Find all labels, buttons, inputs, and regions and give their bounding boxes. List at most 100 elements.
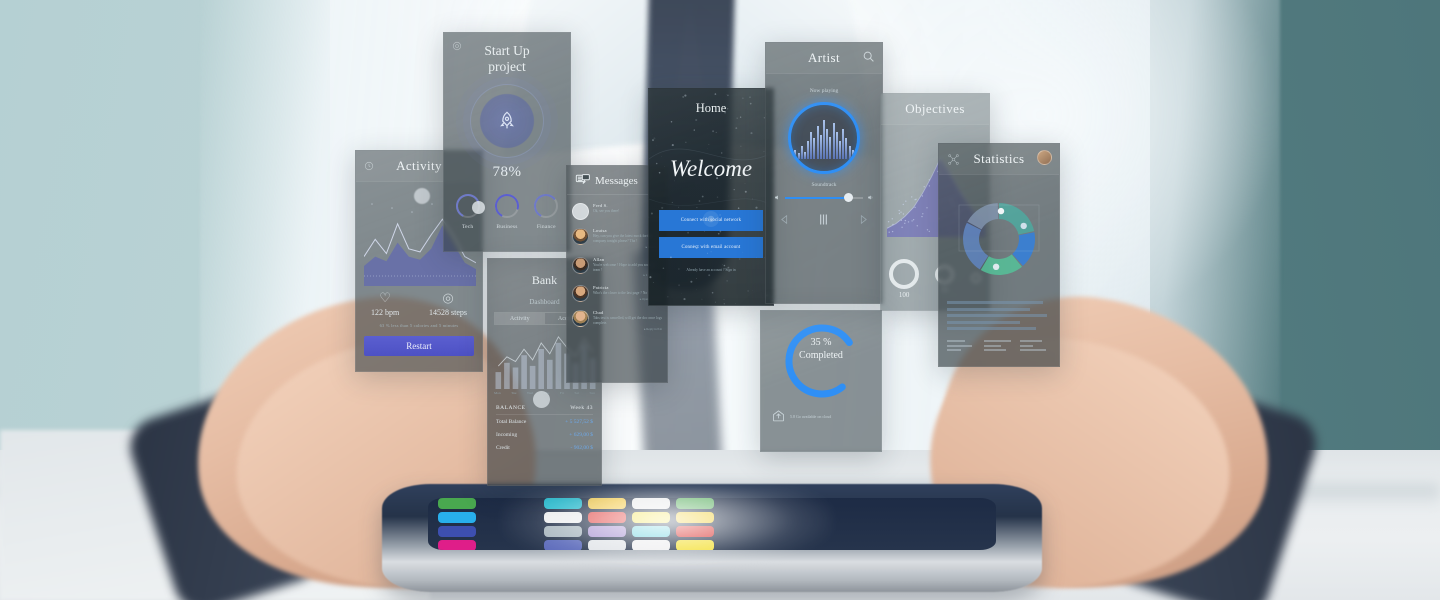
eq-bar	[833, 123, 835, 159]
phone-app-column[interactable]	[544, 498, 582, 550]
cloud-space-text: 5.8 Go available on cloud	[790, 414, 831, 419]
balance-row-value: - 902,00 $	[571, 445, 593, 451]
phone-app-column[interactable]	[632, 498, 670, 550]
avatar	[572, 203, 589, 220]
balance-row: Incoming + 629,00 $	[496, 428, 593, 441]
message-text: Tabs test is cancelled, will get the doc…	[593, 316, 662, 326]
previous-icon[interactable]	[778, 213, 791, 226]
connect-email-button[interactable]: Connect with email account	[659, 237, 763, 258]
phone-app-icon[interactable]	[676, 498, 714, 509]
axis-label: Tue	[511, 391, 516, 395]
message-meta: ▸ Reply in 8 m	[593, 327, 662, 331]
stat-heart-rate: ♡ 122 bpm	[371, 290, 399, 317]
completed-footer: 5.8 Go available on cloud	[761, 409, 881, 424]
startup-metric: Business	[492, 191, 522, 230]
phone-app-icon[interactable]	[676, 512, 714, 523]
phone-app-icon[interactable]	[632, 540, 670, 551]
track-name: Soundtrack	[766, 182, 882, 188]
phone-screen[interactable]	[428, 498, 996, 550]
phone-app-icon[interactable]	[588, 526, 626, 537]
chat-bubble-icon	[575, 174, 591, 188]
message-body: Chad Tabs test is cancelled, will get the…	[593, 310, 662, 331]
bank-balance-section: BALANCE Week 43 Total Balance + 5 527,52 …	[488, 405, 601, 454]
eq-bar	[807, 141, 809, 159]
axis-label: Sun	[590, 391, 595, 395]
connect-social-button[interactable]: Connect with social network	[659, 210, 763, 231]
settings-icon[interactable]	[452, 41, 462, 51]
balance-label: BALANCE	[496, 405, 525, 411]
home-signin-link[interactable]: Already have an account ? Sign in	[649, 268, 773, 272]
activity-icon: ◎	[429, 290, 467, 306]
avatar	[572, 257, 589, 274]
card-completed[interactable]: 35 % Completed 5.8 Go available on cloud	[760, 310, 882, 452]
eq-bar	[839, 141, 841, 159]
phone-app-icon[interactable]	[438, 540, 476, 551]
card-startup-project[interactable]: Start Up project 78% Tech Business Finance	[443, 32, 571, 252]
phone-app-column[interactable]	[438, 498, 476, 550]
metric-ring	[531, 191, 561, 221]
objectives-title: Objectives	[905, 101, 965, 117]
divider	[881, 124, 989, 125]
bank-slider-knob[interactable]	[533, 391, 550, 408]
next-icon[interactable]	[857, 213, 870, 226]
phone-app-icon[interactable]	[438, 526, 476, 537]
phone-app-column[interactable]	[676, 498, 714, 550]
phone-app-icon[interactable]	[676, 526, 714, 537]
eq-bar	[813, 138, 815, 159]
phone-app-icon[interactable]	[632, 526, 670, 537]
smartphone[interactable]	[382, 484, 1042, 592]
phone-app-icon[interactable]	[632, 512, 670, 523]
search-icon[interactable]	[862, 50, 875, 63]
volume-low-icon	[774, 194, 781, 201]
balance-period: Week 43	[570, 405, 593, 411]
transport-controls[interactable]	[766, 211, 882, 228]
balance-row-label: Total Balance	[496, 419, 526, 425]
volume-control[interactable]	[774, 194, 874, 201]
phone-app-icon[interactable]	[588, 540, 626, 551]
detail-col-2	[984, 340, 1015, 354]
phone-app-icon[interactable]	[588, 512, 626, 523]
eq-bar	[842, 129, 844, 159]
user-avatar[interactable]	[1037, 150, 1052, 165]
volume-slider[interactable]	[785, 197, 863, 199]
eq-bar	[804, 152, 806, 160]
network-icon	[947, 153, 960, 166]
volume-knob[interactable]	[844, 193, 853, 202]
phone-app-column[interactable]	[588, 498, 626, 550]
eq-bar	[852, 150, 854, 159]
eq-bar	[849, 146, 851, 160]
phone-app-icon[interactable]	[676, 540, 714, 551]
balance-row-label: Incoming	[496, 432, 517, 438]
eq-bar	[836, 132, 838, 159]
phone-app-icon[interactable]	[544, 498, 582, 509]
restart-button[interactable]: Restart	[364, 336, 474, 356]
statistics-bar	[947, 308, 1030, 311]
rocket-icon	[496, 110, 518, 132]
detail-col-1	[947, 340, 978, 354]
axis-label: Wed	[527, 391, 533, 395]
card-statistics[interactable]: Statistics	[938, 143, 1060, 367]
phone-app-icon[interactable]	[544, 540, 582, 551]
phone-app-icon[interactable]	[588, 498, 626, 509]
divider	[939, 174, 1059, 175]
phone-app-icon[interactable]	[544, 526, 582, 537]
eq-bar	[845, 138, 847, 159]
card-artist[interactable]: Artist Now playing Soundtrack	[765, 42, 883, 304]
card-home[interactable]: Home Welcome Connect with social network…	[648, 88, 774, 306]
phone-app-icon[interactable]	[438, 512, 476, 523]
balance-row-value: + 629,00 $	[569, 432, 593, 438]
phone-app-icon[interactable]	[438, 498, 476, 509]
messages-title: Messages	[595, 175, 638, 187]
tab-activity[interactable]: Activity	[495, 313, 545, 324]
phone-app-icon[interactable]	[632, 498, 670, 509]
home-welcome: Welcome	[649, 116, 773, 182]
message-item[interactable]: Chad Tabs test is cancelled, will get the…	[572, 306, 662, 335]
phone-app-icon[interactable]	[544, 512, 582, 523]
eq-bar	[817, 126, 819, 159]
pause-icon[interactable]	[815, 211, 832, 228]
avatar	[572, 310, 589, 327]
eq-bar	[801, 146, 803, 160]
eq-bar	[820, 135, 822, 159]
now-playing-label: Now playing	[766, 88, 882, 94]
metric-label: Business	[492, 224, 522, 230]
